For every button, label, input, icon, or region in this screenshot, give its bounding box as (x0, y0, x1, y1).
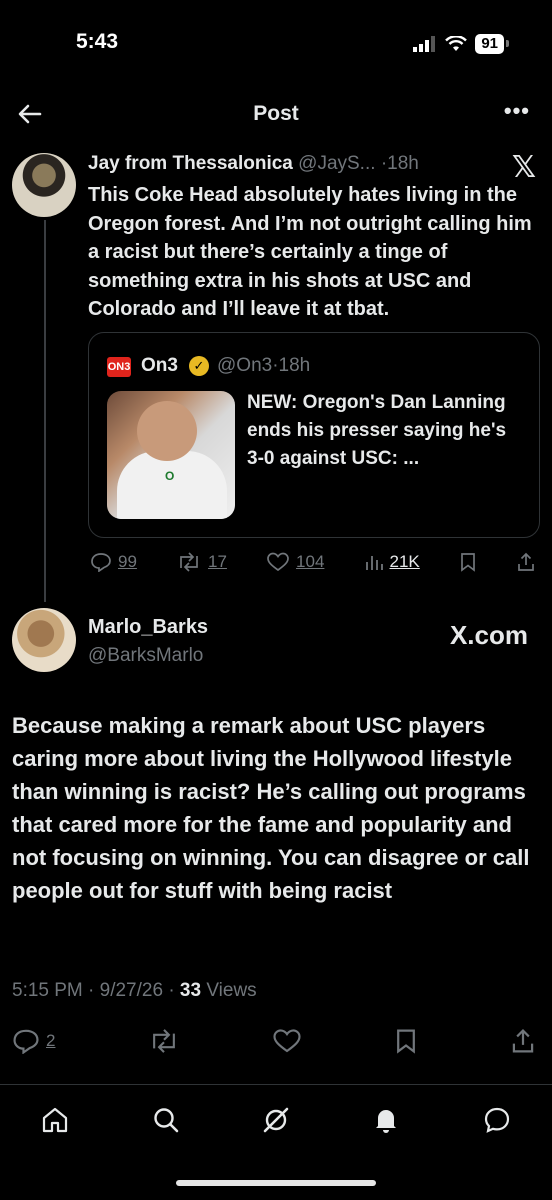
post-actions: 2 (12, 1024, 536, 1058)
reply-icon (13, 1029, 39, 1054)
author-handle[interactable]: @JayS... (298, 153, 375, 174)
share-icon[interactable] (510, 1028, 536, 1054)
repost-icon[interactable] (148, 1028, 180, 1054)
reply-icon (91, 553, 111, 572)
reply-button[interactable]: 99 (90, 552, 137, 572)
quote-text: NEW: Oregon's Dan Lanning ends his press… (247, 392, 507, 469)
bookmark-icon[interactable] (459, 552, 477, 572)
quote-handle: @On3 (217, 355, 273, 376)
share-icon[interactable] (516, 552, 536, 572)
messages-icon[interactable] (482, 1105, 512, 1135)
heart-icon[interactable] (272, 1028, 302, 1054)
tweet-text: This Coke Head absolutely hates living i… (88, 184, 532, 320)
repost-button[interactable]: 17 (176, 552, 227, 572)
wifi-icon (445, 36, 468, 51)
like-button[interactable]: 104 (266, 552, 324, 572)
notifications-icon[interactable] (371, 1105, 401, 1135)
tweet-actions: 99 17 104 21K (90, 548, 536, 576)
heart-icon (267, 552, 289, 572)
signal-icon (413, 36, 436, 52)
views-label: Views (201, 980, 257, 1001)
verified-badge-icon: ✓ (189, 356, 209, 376)
bottom-nav (0, 1090, 552, 1150)
status-time: 5:43 (76, 30, 119, 53)
home-icon[interactable] (40, 1105, 70, 1135)
timestamp: 5:15 PM · 9/27/26 · (12, 980, 180, 1001)
avatar[interactable] (12, 153, 76, 217)
thread-connector (44, 220, 46, 602)
battery-indicator: 91 (475, 34, 509, 54)
source-label: X.com (449, 620, 528, 650)
quote-age: 18h (278, 355, 311, 376)
reply-button[interactable]: 2 (12, 1028, 55, 1054)
on3-logo: ON3 (107, 357, 131, 377)
oregon-logo: O (165, 469, 175, 483)
quote-handle-line: @On3·18h (217, 355, 311, 376)
reply-author-name[interactable]: Marlo_Barks (88, 616, 208, 639)
post-header: Post ••• (0, 96, 552, 136)
views-count: 33 (179, 980, 202, 1001)
search-icon[interactable] (151, 1105, 181, 1135)
reply-text: Because making a remark about USC player… (12, 713, 530, 903)
views-button[interactable]: 21K (364, 552, 420, 572)
more-options-icon[interactable]: ••• (504, 98, 530, 124)
tab-divider (0, 1084, 552, 1085)
home-indicator (176, 1180, 376, 1186)
quote-thumbnail[interactable]: O (107, 391, 235, 519)
reply-avatar[interactable] (12, 608, 76, 672)
tweet-age: 18h (387, 153, 419, 174)
repost-icon (180, 552, 198, 572)
reply-handle[interactable]: @BarksMarlo (88, 645, 203, 667)
post-timestamp: 5:15 PM · 9/27/26 · 33 Views (12, 980, 257, 1002)
x-logo-icon: 𝕏 (511, 151, 536, 184)
page-title: Post (253, 102, 299, 125)
author-name[interactable]: Jay from Thessalonica (88, 153, 293, 174)
grok-icon[interactable] (261, 1105, 291, 1135)
quoted-post[interactable]: ON3 On3 ✓ @On3·18h O NEW: Oregon's Dan L… (88, 332, 540, 538)
views-icon (365, 556, 383, 570)
status-icons: 91 (413, 34, 509, 54)
tweet-author-line: Jay from Thessalonica @JayS... ·18h (88, 153, 508, 175)
quote-author-name: On3 (141, 355, 178, 376)
bookmark-icon[interactable] (394, 1028, 418, 1054)
